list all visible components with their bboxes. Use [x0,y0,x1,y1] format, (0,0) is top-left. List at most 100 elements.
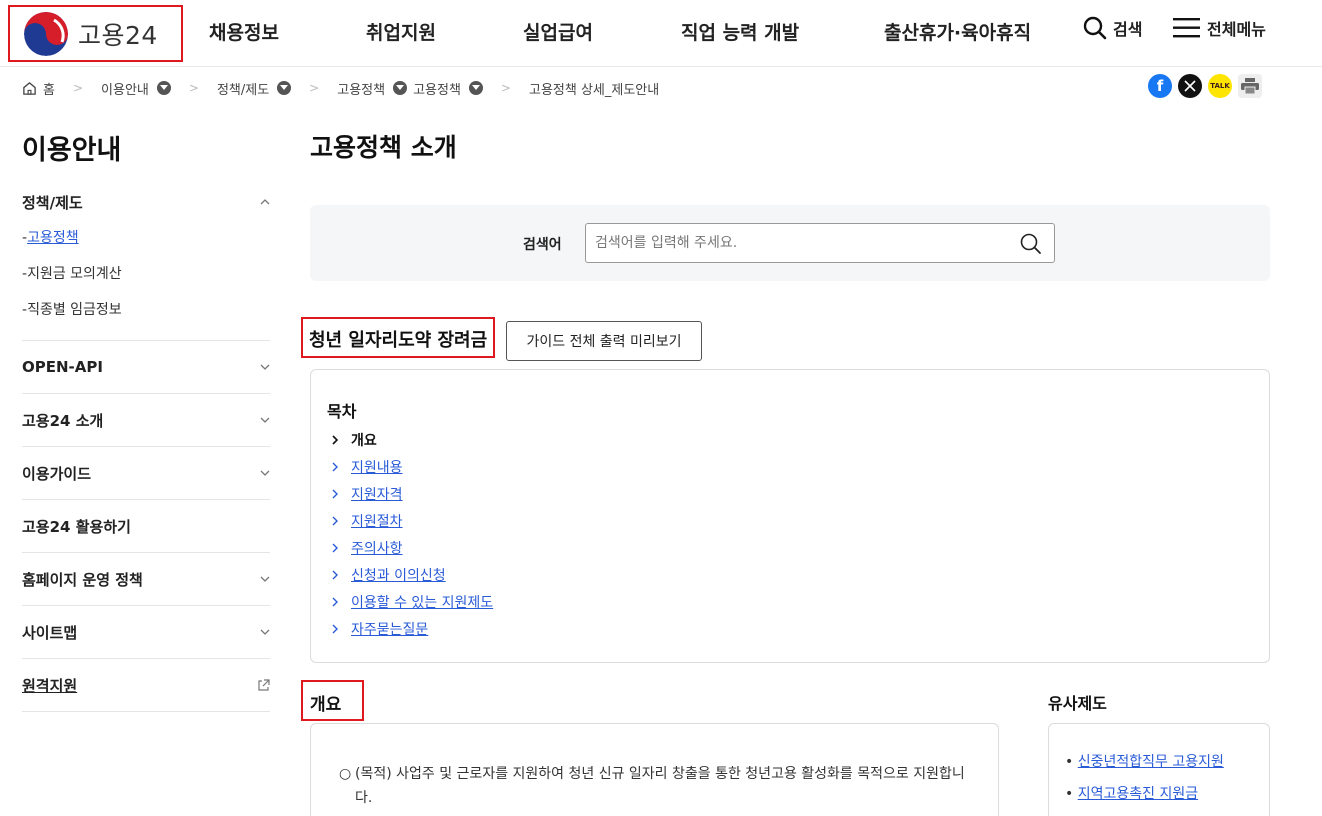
toc-item[interactable]: 주의사항 [331,534,493,561]
breadcrumb-item[interactable]: 고용정책 [337,79,385,98]
toc-link[interactable]: 개요 [351,430,377,450]
sidebar-group-open-api[interactable]: OPEN-API [22,341,270,394]
header-search-label: 검색 [1113,20,1143,39]
breadcrumb-separator-icon: > [188,81,199,95]
toc-item[interactable]: 개요 [331,426,493,453]
sidebar-menu: 정책/제도 -고용정책 -지원금 모의계산 -직종별 임금정보 OPEN-API… [22,180,270,712]
gnb-employment-support[interactable]: 취업지원 [366,18,436,45]
chevron-right-icon [332,516,338,525]
breadcrumb-dropdown-icon[interactable] [468,81,483,95]
sidebar-group-sitemap[interactable]: 사이트맵 [22,606,270,659]
toc-item[interactable]: 지원내용 [331,453,493,480]
sidebar-item-subsidy-calculator[interactable]: -지원금 모의계산 [22,256,270,292]
sidebar-item-wage-info[interactable]: -직종별 임금정보 [22,292,270,328]
toc-link[interactable]: 지원내용 [351,457,403,477]
search-input[interactable] [585,223,1055,263]
sidebar-group-head[interactable]: 고용24 소개 [22,394,270,446]
header-search-button[interactable]: 검색 [1083,16,1142,40]
chevron-down-icon [260,576,270,582]
toc-link[interactable]: 지원자격 [351,484,403,504]
sidebar-group-site-policy[interactable]: 홈페이지 운영 정책 [22,553,270,606]
toc-item[interactable]: 신청과 이의신청 [331,561,493,588]
toc-item[interactable]: 지원자격 [331,480,493,507]
sidebar-item-employment-policy[interactable]: -고용정책 [22,220,270,256]
toc-link[interactable]: 신청과 이의신청 [351,565,446,585]
guide-print-preview-button[interactable]: 가이드 전체 출력 미리보기 [506,321,702,361]
all-menu-label: 전체메뉴 [1207,20,1266,39]
hamburger-menu-icon [1173,18,1200,38]
toc-link[interactable]: 주의사항 [351,538,403,558]
breadcrumb-dropdown-icon[interactable] [156,81,171,95]
sidebar-group-policy: 정책/제도 -고용정책 -지원금 모의계산 -직종별 임금정보 [22,180,270,341]
sidebar-group-head[interactable]: 사이트맵 [22,606,270,658]
sidebar-group-label: OPEN-API [22,358,103,376]
gnb-jobs[interactable]: 채용정보 [209,18,279,45]
taegeuk-logo-icon [24,11,68,56]
search-label: 검색어 [523,237,562,253]
chevron-right-icon [332,462,338,471]
similar-program-link[interactable]: 신중년적합직무 고용지원 [1078,754,1224,770]
sidebar-group-label: 고용24 활용하기 [22,517,131,536]
breadcrumb-current: 고용정책 상세_제도안내 [528,82,660,98]
toc-title: 목차 [327,402,357,421]
sidebar-group-head[interactable]: OPEN-API [22,341,270,393]
toc-link[interactable]: 자주묻는질문 [351,619,428,639]
sidebar-group-remote-support[interactable]: 원격지원 [22,659,270,712]
kakaotalk-share-button[interactable]: TALK [1208,74,1232,98]
breadcrumb-home-label: 홈 [43,82,55,98]
list-item: • 지역고용촉진 지원금 [1065,786,1199,802]
overview-text: (목적) 사업주 및 근로자를 지원하여 청년 신규 일자리 창출을 통한 청년… [355,766,965,806]
sidebar-group-usage[interactable]: 고용24 활용하기 [22,500,270,553]
sidebar-group-label: 고용24 소개 [22,411,104,430]
overview-title: 개요 [301,680,364,721]
search-icon[interactable] [1020,233,1042,255]
chevron-down-icon [260,417,270,423]
page-title: 고용정책 소개 [310,133,457,162]
printer-icon [1241,78,1259,94]
chevron-right-icon [332,624,338,633]
breadcrumb-separator-icon: > [72,81,84,95]
sidebar-group-head[interactable]: 이용가이드 [22,447,270,499]
chevron-up-icon [260,199,270,205]
all-menu-button[interactable]: 전체메뉴 [1173,16,1266,40]
breadcrumb-item[interactable]: 정책/제도 [217,79,269,98]
toc-link[interactable]: 지원절차 [351,511,403,531]
breadcrumb-home[interactable]: 홈 [22,79,55,98]
sidebar-group-about[interactable]: 고용24 소개 [22,394,270,447]
toc-item[interactable]: 자주묻는질문 [331,615,493,642]
facebook-share-button[interactable]: f [1148,74,1172,98]
site-logo[interactable]: 고용24 [8,5,183,62]
chevron-right-icon [332,489,338,498]
breadcrumb-separator-icon: > [500,81,511,95]
sidebar-group-head[interactable]: 고용24 활용하기 [22,500,270,552]
sidebar-group-head[interactable]: 원격지원 [22,659,270,711]
search-icon [1083,16,1107,40]
chevron-right-icon [332,570,338,579]
toc-link[interactable]: 이용할 수 있는 지원제도 [351,592,493,612]
site-header: 고용24 채용정보 취업지원 실업급여 직업 능력 개발 출산휴가·육아휴직 검… [0,0,1322,67]
breadcrumb-dropdown-icon[interactable] [393,81,408,95]
print-button[interactable] [1238,74,1262,98]
toc-item[interactable]: 지원절차 [331,507,493,534]
chevron-down-icon [260,470,270,476]
kakaotalk-icon: TALK [1210,82,1230,90]
sidebar-group-label: 사이트맵 [22,623,78,642]
gnb-maternity-parental-leave[interactable]: 출산휴가·육아휴직 [884,18,1031,45]
x-logo-icon [1184,80,1196,92]
external-link-icon [258,678,270,691]
x-share-button[interactable] [1178,74,1202,98]
sidebar-group-guide[interactable]: 이용가이드 [22,447,270,500]
table-of-contents: 목차 개요 지원내용 지원자격 지원절차 주의사항 신청과 이의신청 이용할 수… [310,369,1270,663]
similar-program-link[interactable]: 지역고용촉진 지원금 [1078,786,1198,802]
sidebar-group-head[interactable]: 홈페이지 운영 정책 [22,553,270,605]
breadcrumb-item[interactable]: 이용안내 [101,79,149,98]
sidebar-group-head[interactable]: 정책/제도 [22,180,270,224]
breadcrumb-separator-icon: > [309,81,320,95]
gnb-unemployment-benefit[interactable]: 실업급여 [523,18,593,45]
gnb-vocational-training[interactable]: 직업 능력 개발 [681,18,799,45]
breadcrumb-dropdown-icon[interactable] [277,81,292,95]
breadcrumb-item[interactable]: 고용정책 [413,79,461,98]
similar-programs-title: 유사제도 [1048,694,1107,713]
sidebar-group-label: 이용가이드 [22,464,92,483]
toc-item[interactable]: 이용할 수 있는 지원제도 [331,588,493,615]
